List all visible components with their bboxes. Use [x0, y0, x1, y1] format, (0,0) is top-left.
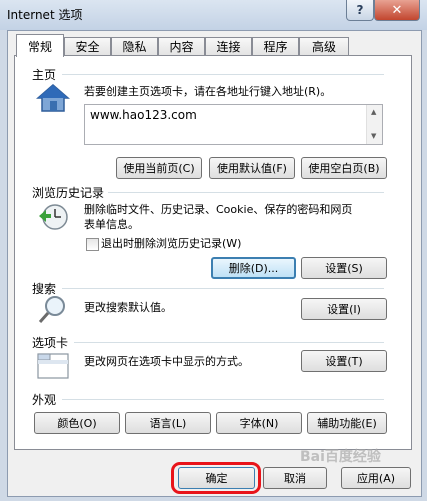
- history-description-line1: 删除临时文件、历史记录、Cookie、保存的密码和网页: [84, 203, 353, 216]
- fonts-button[interactable]: 字体(N): [216, 412, 302, 434]
- home-description: 若要创建主页选项卡，请在各地址行键入地址(R)。: [84, 85, 332, 98]
- tab-privacy[interactable]: 隐私: [111, 37, 158, 55]
- tab-advanced[interactable]: 高级: [299, 37, 349, 55]
- search-settings-button[interactable]: 设置(I): [301, 298, 387, 320]
- tab-connections[interactable]: 连接: [205, 37, 252, 55]
- history-description-line2: 表单信息。: [84, 218, 139, 231]
- tabs-section-label: 选项卡: [32, 336, 69, 350]
- ok-highlight-annotation: [171, 462, 261, 494]
- scroll-up-icon[interactable]: ▲: [371, 108, 376, 116]
- accessibility-button[interactable]: 辅助功能(E): [307, 412, 387, 434]
- apply-button[interactable]: 应用(A): [341, 467, 411, 489]
- history-settings-button[interactable]: 设置(S): [301, 257, 387, 279]
- tabs-settings-button[interactable]: 设置(T): [301, 350, 387, 372]
- appearance-section-label: 外观: [32, 393, 57, 407]
- title-bar: Internet 选项 ? ✕: [0, 0, 427, 30]
- appearance-divider: [62, 399, 384, 400]
- tabs-description: 更改网页在选项卡中显示的方式。: [84, 355, 249, 368]
- scroll-down-icon[interactable]: ▼: [371, 132, 376, 140]
- help-button[interactable]: ?: [346, 0, 374, 21]
- tabs-divider: [74, 342, 384, 343]
- tab-content[interactable]: 内容: [158, 37, 205, 55]
- tab-programs[interactable]: 程序: [252, 37, 299, 55]
- tab-security[interactable]: 安全: [64, 37, 111, 55]
- use-current-button[interactable]: 使用当前页(C): [116, 157, 202, 179]
- address-scrollbar[interactable]: ▲ ▼: [366, 105, 382, 144]
- magnifier-icon: [36, 295, 70, 328]
- cancel-button[interactable]: 取消: [263, 467, 327, 489]
- tab-general[interactable]: 常规: [16, 34, 64, 57]
- watermark-text: Bai百度经验: [300, 449, 381, 465]
- history-divider: [108, 192, 384, 193]
- search-description: 更改搜索默认值。: [84, 301, 172, 314]
- delete-history-button[interactable]: 删除(D)...: [211, 257, 296, 279]
- close-button[interactable]: ✕: [374, 0, 420, 21]
- use-blank-button[interactable]: 使用空白页(B): [301, 157, 387, 179]
- use-default-button[interactable]: 使用默认值(F): [209, 157, 295, 179]
- search-divider: [62, 288, 384, 289]
- home-divider: [62, 74, 384, 75]
- history-clock-icon: [36, 202, 70, 235]
- history-section-label: 浏览历史记录: [32, 186, 105, 200]
- house-icon: [35, 83, 71, 116]
- colors-button[interactable]: 颜色(O): [34, 412, 120, 434]
- delete-on-exit-label: 退出时删除浏览历史记录(W): [101, 237, 242, 250]
- delete-on-exit-checkbox[interactable]: [86, 238, 99, 251]
- languages-button[interactable]: 语言(L): [125, 412, 211, 434]
- home-address-value: www.hao123.com: [90, 108, 197, 122]
- home-address-field[interactable]: www.hao123.com ▲ ▼: [84, 104, 383, 145]
- window-title: Internet 选项: [7, 8, 83, 22]
- tabbed-window-icon: [36, 350, 70, 383]
- home-section-label: 主页: [32, 68, 57, 82]
